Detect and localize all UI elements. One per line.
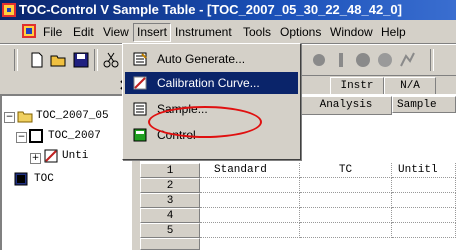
folder-icon — [17, 111, 33, 123]
table-cell-analysis[interactable]: TC — [300, 163, 392, 178]
row-header[interactable]: 3 — [140, 193, 200, 208]
menu-item-calibration-curve[interactable]: Calibration Curve... — [125, 72, 298, 94]
control-icon — [133, 128, 147, 142]
instrument-icon — [14, 172, 28, 186]
expand-icon[interactable]: + — [30, 153, 41, 164]
menu-help[interactable]: Help — [378, 24, 409, 41]
new-icon[interactable] — [28, 51, 46, 69]
insert-menu: Auto Generate... Calibration Curve... Sa… — [122, 43, 301, 160]
stop-icon[interactable] — [354, 51, 372, 69]
tree-item-table[interactable]: TOC_2007 — [48, 129, 101, 143]
row-header[interactable]: 4 — [140, 208, 200, 223]
table-cell[interactable] — [300, 193, 392, 208]
toolbar-separator — [94, 49, 98, 71]
menu-edit[interactable]: Edit — [70, 24, 97, 41]
column-sample[interactable]: Sample — [392, 96, 456, 113]
table-cell[interactable] — [392, 193, 456, 208]
table-cell[interactable] — [392, 178, 456, 193]
tool-a-icon[interactable] — [310, 51, 328, 69]
menu-view[interactable]: View — [100, 24, 132, 41]
table-cell[interactable] — [300, 178, 392, 193]
row-header[interactable]: 5 — [140, 223, 200, 238]
menu-options[interactable]: Options — [277, 24, 324, 41]
tree-item-curve[interactable]: Unti — [62, 149, 88, 163]
menu-file[interactable]: File — [40, 24, 65, 41]
toolbar-grip — [14, 49, 18, 71]
menu-item-label: Calibration Curve... — [157, 76, 260, 90]
save-icon[interactable] — [72, 51, 90, 69]
tree-item-root[interactable]: TOC_2007_05 — [36, 109, 109, 123]
table-cell[interactable] — [392, 208, 456, 223]
cut-icon[interactable] — [102, 51, 120, 69]
menu-window[interactable]: Window — [327, 24, 376, 41]
tool-c-icon[interactable] — [376, 51, 394, 69]
menu-item-auto-generate[interactable]: Auto Generate... — [125, 48, 298, 70]
annotation-circle — [148, 106, 262, 138]
table-cell[interactable] — [300, 223, 392, 238]
menu-insert[interactable]: Insert — [133, 23, 172, 42]
menu-bar: File Edit View Insert Instrument Tools O… — [0, 20, 456, 44]
table-cell[interactable] — [300, 208, 392, 223]
menu-tools[interactable]: Tools — [240, 24, 274, 41]
collapse-icon[interactable]: − — [4, 112, 15, 123]
table-cell[interactable] — [392, 223, 456, 238]
menu-instrument[interactable]: Instrument — [172, 24, 235, 41]
table-cell[interactable] — [200, 208, 300, 223]
chart-icon[interactable] — [398, 51, 416, 69]
column-analysis[interactable]: Analysis — [300, 96, 392, 115]
tool-b-icon[interactable] — [332, 51, 350, 69]
collapse-icon[interactable]: − — [16, 132, 27, 143]
row-header[interactable]: 1 — [140, 163, 200, 178]
open-icon[interactable] — [50, 51, 68, 69]
sample-icon — [133, 102, 147, 116]
tree-item-instrument[interactable]: TOC — [34, 172, 54, 186]
window-title: TOC-Control V Sample Table - [TOC_2007_0… — [19, 2, 402, 17]
table-cell-type[interactable]: Standard — [200, 163, 300, 178]
title-bar: TOC-Control V Sample Table - [TOC_2007_0… — [0, 0, 456, 20]
table-cell[interactable] — [200, 178, 300, 193]
menu-item-label: Auto Generate... — [157, 52, 246, 66]
row-header[interactable]: 2 — [140, 178, 200, 193]
auto-generate-icon — [133, 52, 147, 66]
app-icon — [2, 3, 16, 17]
document-icon[interactable] — [22, 24, 36, 38]
row-header[interactable] — [140, 238, 200, 250]
table-cell[interactable] — [200, 193, 300, 208]
table-icon — [29, 129, 43, 143]
table-cell[interactable] — [200, 223, 300, 238]
toolbar-separator-2 — [430, 49, 434, 71]
calibration-curve-icon — [133, 76, 147, 90]
curve-icon — [44, 149, 58, 163]
table-cell-sample[interactable]: Untitl — [392, 163, 456, 178]
